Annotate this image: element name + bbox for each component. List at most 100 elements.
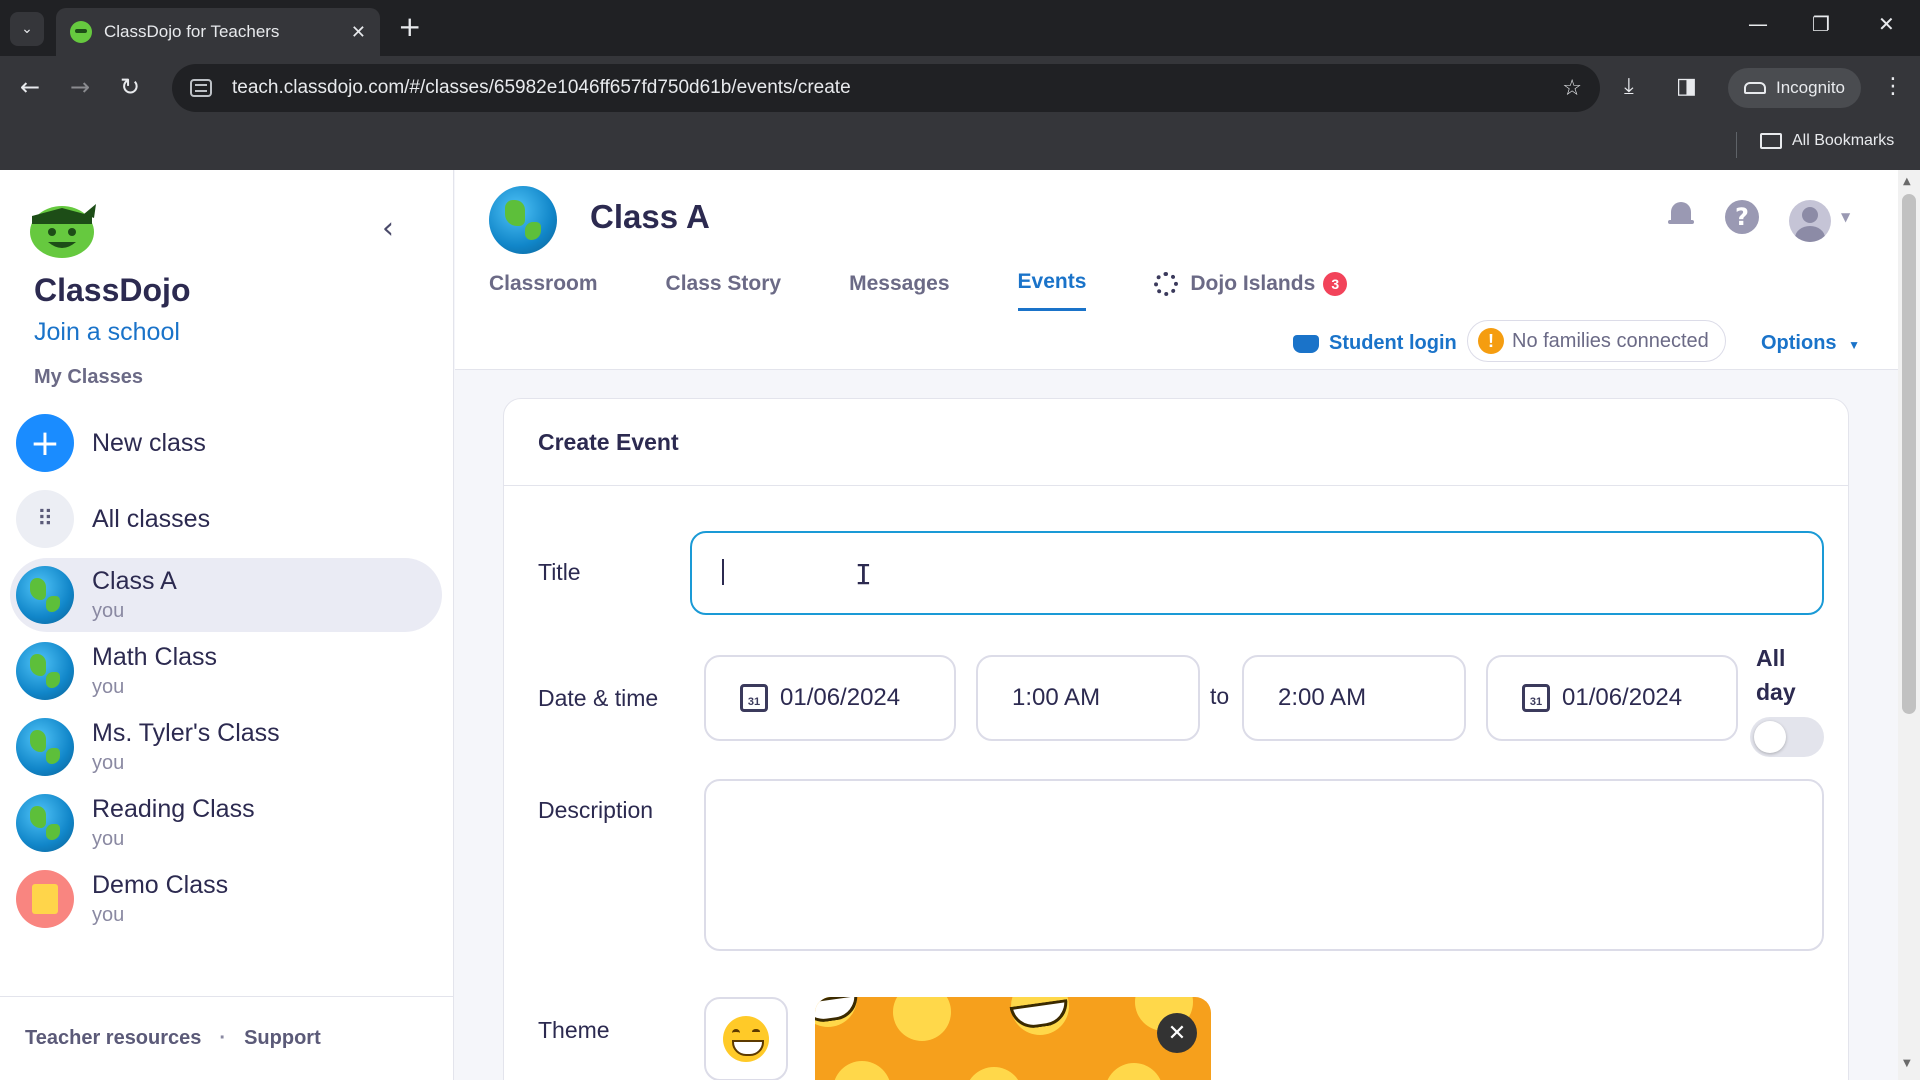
class-globe-avatar: [489, 186, 557, 254]
browser-tab-bar: ⌄ ClassDojo for Teachers ✕ + — ❐ ✕: [0, 0, 1920, 56]
address-bar[interactable]: teach.classdojo.com/#/classes/65982e1046…: [172, 64, 1600, 112]
tab-title: ClassDojo for Teachers: [104, 22, 280, 41]
end-time-value: 2:00 AM: [1278, 684, 1367, 711]
grid-icon: ⠿: [16, 490, 74, 548]
emoji-pattern-icon: [893, 997, 951, 1041]
end-time-picker[interactable]: 2:00 AM: [1242, 655, 1466, 741]
chevron-down-icon[interactable]: ▼: [1841, 210, 1850, 224]
tab-events[interactable]: Events: [1017, 270, 1087, 311]
new-class-label: New class: [92, 428, 206, 457]
globe-icon: [16, 566, 74, 624]
all-day-label: All day: [1756, 645, 1796, 705]
chevron-down-icon: ▼: [1848, 338, 1860, 352]
sidebar: ‹ ClassDojo Join a school My Classes + N…: [0, 170, 454, 1080]
collapse-sidebar-icon[interactable]: ‹: [382, 214, 394, 244]
globe-icon: [16, 642, 74, 700]
dojo-islands-icon: [1154, 271, 1179, 296]
browser-tab[interactable]: ClassDojo for Teachers ✕: [56, 8, 380, 56]
support-link[interactable]: Support: [244, 1027, 321, 1050]
class-name: Class A: [92, 567, 177, 595]
description-label: Description: [538, 797, 654, 823]
scrollbar-thumb[interactable]: [1902, 194, 1916, 714]
sidebar-item-class-a[interactable]: Class A you: [10, 558, 442, 632]
sidebar-item-ms-tylers-class[interactable]: Ms. Tyler's Class you: [10, 710, 442, 784]
sidebar-item-reading-class[interactable]: Reading Class you: [10, 786, 442, 860]
options-dropdown[interactable]: Options ▼: [1761, 332, 1860, 355]
student-login-label: Student login: [1329, 332, 1457, 354]
student-login-button[interactable]: Student login: [1293, 332, 1457, 355]
class-header: Class A ? ▼ Classroom Class Story Messag…: [455, 170, 1898, 370]
my-classes-heading: My Classes: [34, 366, 143, 388]
all-day-toggle[interactable]: [1750, 717, 1824, 757]
globe-icon: [16, 718, 74, 776]
tab-dojo-islands-label: Dojo Islands: [1190, 271, 1316, 295]
close-window-icon[interactable]: ✕: [1878, 12, 1895, 36]
notification-badge: 3: [1323, 271, 1348, 296]
create-event-card: Create Event Title Date & time 31 01/06/…: [503, 398, 1849, 1080]
page-title: Class A: [590, 198, 710, 235]
warning-icon: !: [1478, 328, 1504, 354]
tab-classroom[interactable]: Classroom: [489, 270, 598, 311]
end-date-picker[interactable]: 31 01/06/2024: [1486, 655, 1738, 741]
join-school-link[interactable]: Join a school: [34, 318, 180, 347]
tab-search-icon[interactable]: ⌄: [10, 12, 44, 46]
teacher-resources-link[interactable]: Teacher resources: [25, 1027, 201, 1050]
sidebar-item-math-class[interactable]: Math Class you: [10, 634, 442, 708]
all-classes-button[interactable]: ⠿ All classes: [10, 482, 442, 556]
theme-preview: ✕: [815, 997, 1211, 1080]
tab-class-story[interactable]: Class Story: [666, 270, 782, 311]
bell-icon[interactable]: [1668, 200, 1694, 228]
class-owner: you: [92, 600, 125, 622]
notebook-icon: [16, 870, 74, 928]
class-owner: you: [92, 676, 125, 698]
bookmarks-bar: All Bookmarks: [0, 120, 1920, 170]
emoji-pattern-icon: [833, 1061, 891, 1080]
forward-icon[interactable]: →: [70, 72, 90, 102]
theme-label: Theme: [538, 1017, 610, 1043]
class-owner: you: [92, 828, 125, 850]
bookmark-star-icon[interactable]: ☆: [1562, 76, 1582, 101]
start-date-value: 01/06/2024: [780, 684, 901, 711]
new-tab-icon[interactable]: +: [398, 12, 421, 42]
restore-icon[interactable]: ❐: [1812, 12, 1830, 36]
incognito-label: Incognito: [1776, 78, 1845, 97]
to-label: to: [1210, 683, 1230, 709]
start-date-picker[interactable]: 31 01/06/2024: [704, 655, 956, 741]
url-text[interactable]: teach.classdojo.com/#/classes/65982e1046…: [232, 77, 1562, 99]
tab-dojo-islands[interactable]: Dojo Islands 3: [1154, 270, 1348, 311]
tab-messages[interactable]: Messages: [849, 270, 949, 311]
scroll-down-icon[interactable]: ▼: [1903, 1058, 1911, 1069]
page-scrollbar[interactable]: ▲ ▼: [1898, 170, 1920, 1080]
download-icon[interactable]: ⤓: [1624, 74, 1634, 99]
brand-name: ClassDojo: [34, 272, 191, 308]
help-icon[interactable]: ?: [1725, 200, 1759, 234]
start-time-picker[interactable]: 1:00 AM: [976, 655, 1200, 741]
families-status-badge[interactable]: ! No families connected: [1467, 320, 1726, 362]
class-owner: you: [92, 904, 125, 926]
theme-emoji-button[interactable]: [704, 997, 788, 1080]
close-tab-icon[interactable]: ✕: [351, 22, 366, 43]
description-input[interactable]: [704, 779, 1824, 951]
side-panel-icon[interactable]: ◨: [1676, 74, 1697, 99]
close-icon[interactable]: ✕: [1157, 1013, 1197, 1053]
scroll-up-icon[interactable]: ▲: [1903, 176, 1911, 187]
class-name: Demo Class: [92, 871, 229, 899]
menu-kebab-icon[interactable]: ⋮: [1882, 74, 1904, 99]
all-bookmarks-button[interactable]: All Bookmarks: [1760, 132, 1894, 150]
folder-icon: [1760, 133, 1782, 149]
minimize-icon[interactable]: —: [1748, 12, 1768, 36]
emoji-pattern-icon: [1105, 1063, 1163, 1080]
user-avatar[interactable]: [1789, 200, 1831, 242]
back-icon[interactable]: ←: [20, 72, 40, 102]
class-name: Reading Class: [92, 795, 255, 823]
options-label: Options: [1761, 332, 1837, 354]
incognito-indicator[interactable]: Incognito: [1728, 68, 1861, 108]
site-info-icon[interactable]: [190, 79, 212, 97]
sidebar-footer: Teacher resources · Support: [0, 996, 454, 1080]
sidebar-item-demo-class[interactable]: Demo Class you: [10, 862, 442, 936]
classdojo-favicon-icon: [70, 21, 92, 43]
footer-separator: ·: [219, 1027, 227, 1049]
grinning-emoji-icon: [723, 1016, 769, 1062]
reload-icon[interactable]: ↻: [120, 72, 140, 102]
new-class-button[interactable]: + New class: [10, 406, 442, 480]
